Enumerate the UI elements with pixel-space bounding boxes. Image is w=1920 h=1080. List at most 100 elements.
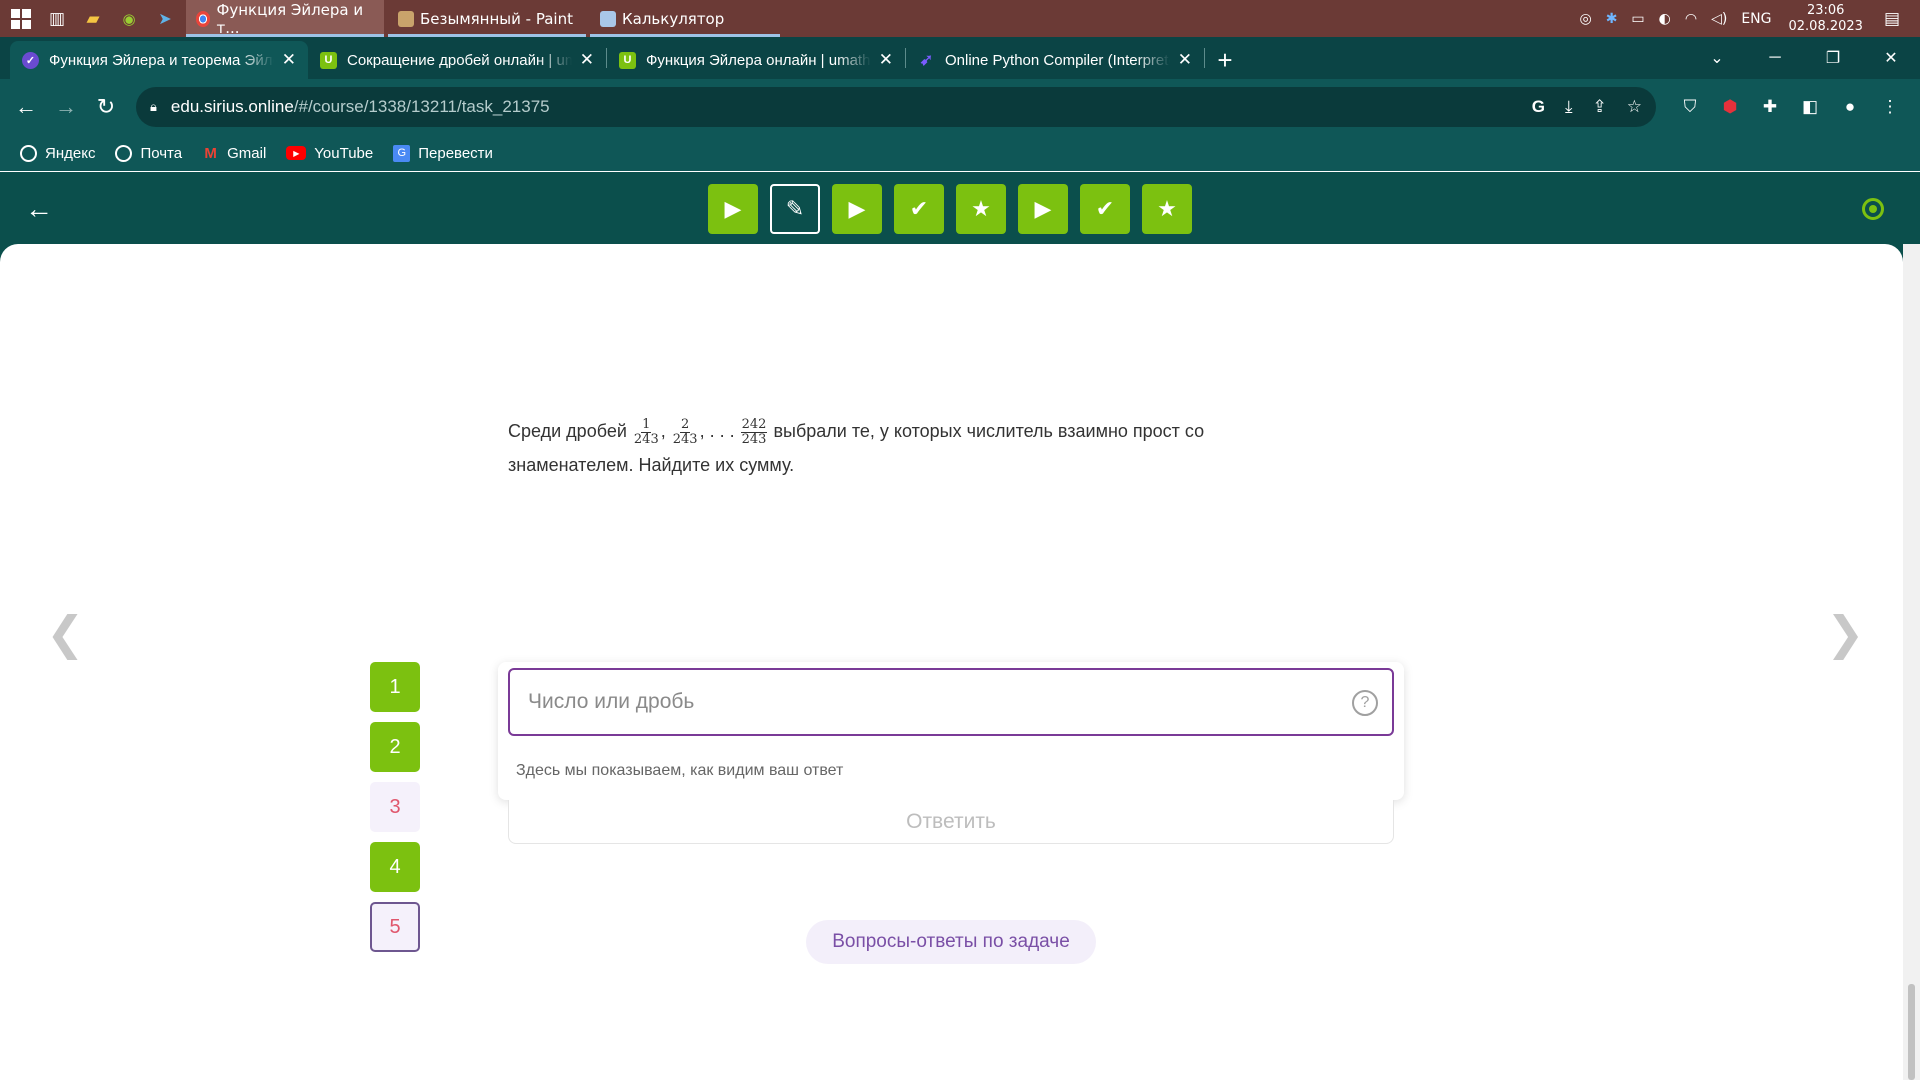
chrome-icon (196, 10, 211, 27)
calculator-icon (600, 10, 616, 27)
umath-favicon-icon: U (619, 51, 636, 69)
question-button-2[interactable]: 2 (370, 722, 420, 772)
system-tray: ◎ ✱ ▭ ◐ ◠ ◁) ENG 23:06 02.08.2023 ▤ (1572, 0, 1920, 37)
pencil-icon: ✎ (785, 196, 805, 221)
tab-euler-function[interactable]: ✓ Функция Эйлера и теорема Эйлера ✕ (10, 41, 308, 79)
file-explorer-icon[interactable]: ▰ (78, 0, 108, 37)
paint-icon (398, 10, 414, 27)
forward-button[interactable]: → (46, 87, 86, 127)
side-panel-icon[interactable]: ◧ (1790, 97, 1830, 117)
back-arrow-icon[interactable]: ← (22, 192, 56, 226)
tab-python-compiler[interactable]: ➹ Online Python Compiler (Interpreter) ✕ (906, 41, 1204, 79)
task-view-icon[interactable]: ▥ (42, 0, 72, 37)
question-button-5[interactable]: 5 (370, 902, 420, 952)
sync-status-icon[interactable] (1862, 198, 1884, 220)
answer-input[interactable] (508, 668, 1394, 736)
check-icon: ✔ (909, 196, 929, 221)
bookmark-translate[interactable]: G Перевести (393, 144, 493, 162)
app-icon[interactable]: ◉ (114, 0, 144, 37)
menu-icon[interactable]: ⋮ (1870, 97, 1910, 117)
close-tab-icon[interactable]: ✕ (282, 50, 296, 70)
bookmark-gmail[interactable]: M Gmail (202, 145, 266, 162)
restore-button[interactable]: ❐ (1804, 37, 1862, 79)
taskbar-app-chrome[interactable]: Функция Эйлера и т... (186, 0, 384, 37)
progress-step-4[interactable]: ✔ (894, 184, 944, 234)
gmail-icon: M (204, 144, 217, 162)
progress-step-7[interactable]: ✔ (1080, 184, 1130, 234)
clock[interactable]: 23:06 02.08.2023 (1789, 3, 1863, 35)
question-button-4[interactable]: 4 (370, 842, 420, 892)
progress-step-1[interactable]: ▶ (708, 184, 758, 234)
fraction: 242 243 (740, 416, 768, 447)
profile-avatar-icon[interactable]: ● (1830, 97, 1870, 117)
star-icon: ★ (1157, 196, 1177, 221)
question-navigator: 1 2 3 4 5 (370, 662, 420, 962)
start-button[interactable] (6, 0, 36, 37)
windows-taskbar: ▥ ▰ ◉ ➤ Функция Эйлера и т... Безымянный… (0, 0, 1920, 37)
progress-step-5[interactable]: ★ (956, 184, 1006, 234)
new-tab-button[interactable]: + (1205, 41, 1245, 79)
python-favicon-icon: ➹ (919, 52, 934, 69)
language-indicator[interactable]: ENG (1741, 11, 1771, 27)
progress-step-6[interactable]: ▶ (1018, 184, 1068, 234)
scrollbar-thumb[interactable] (1908, 984, 1915, 1080)
minimize-button[interactable]: ─ (1746, 37, 1804, 79)
youtube-icon: ▶ (286, 146, 307, 160)
reload-button[interactable]: ↻ (86, 87, 126, 127)
answer-card: ? Здесь мы показываем, как видим ваш отв… (498, 662, 1404, 800)
network-app-icon[interactable]: ◐ (1659, 11, 1671, 27)
close-window-button[interactable]: ✕ (1862, 37, 1920, 79)
submit-button[interactable]: Ответить (508, 800, 1394, 844)
bookmark-youtube[interactable]: ▶ YouTube (286, 145, 373, 162)
install-icon[interactable]: ⤓ (1565, 97, 1573, 117)
close-tab-icon[interactable]: ✕ (879, 50, 893, 70)
url-host: edu.sirius.online (170, 97, 294, 116)
adblock-extension-icon[interactable]: ⬢ (1710, 97, 1750, 117)
progress-step-2[interactable]: ✎ (770, 184, 820, 234)
address-bar[interactable]: 🔒︎ edu.sirius.online /#/course/1338/1321… (136, 87, 1656, 127)
page-scrollbar[interactable] (1903, 244, 1920, 1080)
tab-search-icon[interactable]: ⌄ (1688, 37, 1746, 79)
extensions-icon[interactable]: ✚ (1750, 97, 1790, 117)
sirius-page: ← ▶ ✎ ▶ ✔ ★ ▶ ✔ ★ ❮ ❯ Среди дробей 1 243,… (0, 172, 1920, 1080)
progress-step-8[interactable]: ★ (1142, 184, 1192, 234)
next-task-arrow-icon[interactable]: ❯ (1826, 606, 1865, 660)
notifications-icon[interactable]: ▤ (1884, 9, 1900, 29)
taskbar-app-calculator[interactable]: Калькулятор (590, 0, 780, 37)
play-icon: ▶ (1034, 196, 1052, 221)
battery-icon[interactable]: ▭ (1631, 11, 1644, 27)
url-path: /#/course/1338/13211/task_21375 (293, 97, 550, 116)
play-icon: ▶ (848, 196, 866, 221)
star-icon: ★ (971, 196, 991, 221)
progress-step-3[interactable]: ▶ (832, 184, 882, 234)
help-icon[interactable]: ? (1352, 690, 1378, 716)
task-statement: Среди дробей 1 243, 2 243, . . . 242 243 вы… (508, 416, 1205, 475)
question-button-3[interactable]: 3 (370, 782, 420, 832)
task-qa-button[interactable]: Вопросы-ответы по задаче (806, 920, 1096, 964)
bookmark-yandex[interactable]: Яндекс (20, 144, 95, 162)
play-icon: ▶ (724, 196, 742, 221)
google-icon[interactable]: G (1532, 97, 1545, 117)
bookmark-star-icon[interactable]: ☆ (1627, 97, 1642, 117)
bookmark-mail[interactable]: Почта (115, 144, 182, 162)
taskbar-app-paint[interactable]: Безымянный - Paint (388, 0, 586, 37)
question-button-1[interactable]: 1 (370, 662, 420, 712)
tab-fraction-reduction[interactable]: U Сокращение дробей онлайн | umath ✕ (308, 41, 606, 79)
close-tab-icon[interactable]: ✕ (580, 50, 594, 70)
sirius-favicon-icon: ✓ (22, 51, 39, 69)
tab-euler-online[interactable]: U Функция Эйлера онлайн | umath ✕ (607, 41, 905, 79)
volume-icon[interactable]: ◁) (1711, 11, 1727, 27)
wifi-icon[interactable]: ◠ (1685, 11, 1697, 27)
previous-task-arrow-icon[interactable]: ❮ (46, 606, 85, 660)
browser-toolbar: ← → ↻ 🔒︎ edu.sirius.online /#/course/133… (0, 79, 1920, 135)
fraction: 2 243 (672, 416, 698, 447)
screenshot-icon[interactable]: ◎ (1579, 11, 1591, 27)
answer-preview-note: Здесь мы показываем, как видим ваш ответ (516, 762, 844, 779)
bluetooth-icon[interactable]: ✱ (1606, 11, 1618, 27)
telegram-icon[interactable]: ➤ (150, 0, 180, 37)
shield-extension-icon[interactable]: ⛉ (1670, 97, 1710, 117)
close-tab-icon[interactable]: ✕ (1178, 50, 1192, 70)
back-button[interactable]: ← (6, 87, 46, 127)
lock-icon[interactable]: 🔒︎ (150, 99, 157, 115)
share-icon[interactable]: ⇪ (1593, 97, 1607, 117)
